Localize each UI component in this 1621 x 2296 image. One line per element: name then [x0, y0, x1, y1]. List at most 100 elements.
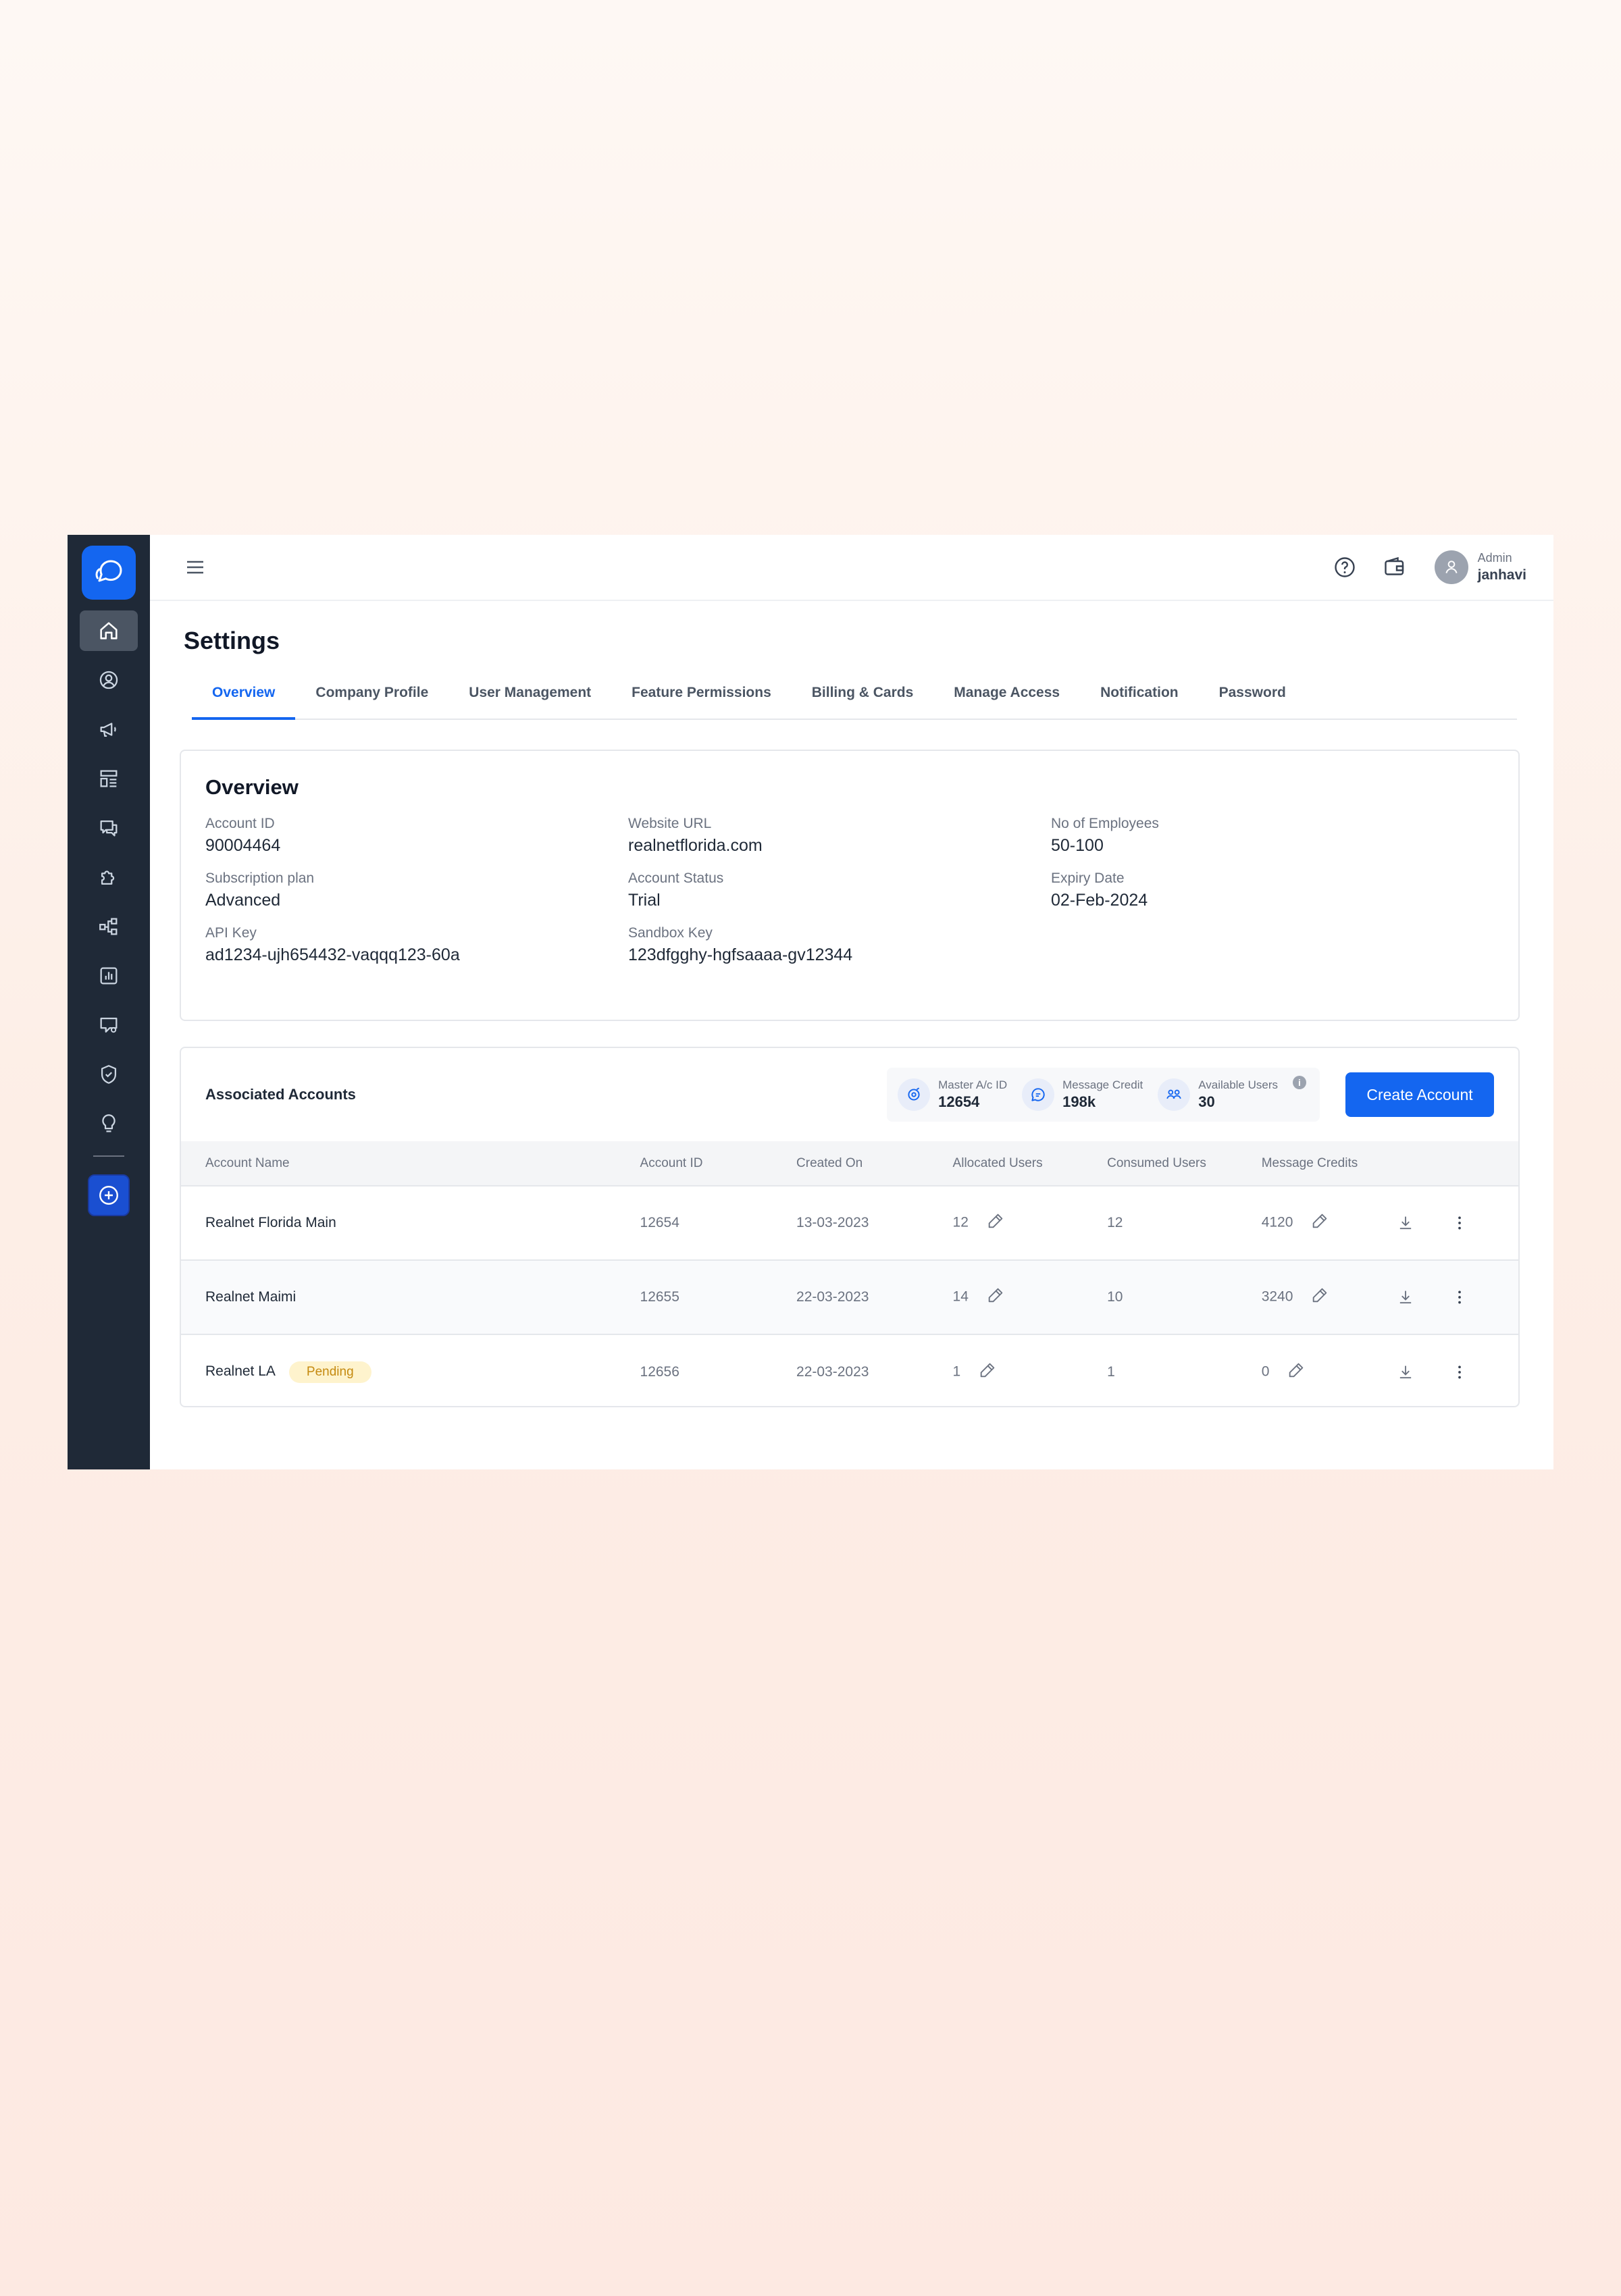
- nav-conversations[interactable]: [80, 808, 138, 848]
- settings-tabs: Overview Company Profile User Management…: [192, 671, 1517, 720]
- nav-home[interactable]: [80, 610, 138, 651]
- cell-more: [1450, 1260, 1518, 1334]
- nav-security[interactable]: [80, 1054, 138, 1095]
- stat-master-account: Master A/c ID 12654: [898, 1078, 1007, 1112]
- more-vertical-icon[interactable]: [1450, 1214, 1469, 1232]
- cell-account-name: Realnet LA Pending: [181, 1334, 640, 1406]
- home-icon: [100, 622, 118, 640]
- tab-overview[interactable]: Overview: [192, 685, 296, 720]
- nav-campaigns[interactable]: [80, 709, 138, 750]
- cell-account-id: 12654: [640, 1215, 679, 1230]
- field-value: 90004464: [205, 836, 281, 855]
- edit-credits-icon[interactable]: [1310, 1286, 1329, 1309]
- user-circle-icon: [99, 671, 118, 689]
- nav-analytics[interactable]: [80, 956, 138, 996]
- cell-message-credits: 4120: [1262, 1186, 1397, 1260]
- field-website-url: Website URL realnetflorida.com: [628, 816, 1051, 856]
- hamburger-icon: [187, 560, 203, 574]
- edit-allocated-icon[interactable]: [986, 1211, 1005, 1234]
- app-logo[interactable]: [82, 546, 136, 600]
- nav-flows[interactable]: [80, 906, 138, 947]
- edit-allocated-icon[interactable]: [978, 1361, 997, 1384]
- stat-label: Master A/c ID: [938, 1078, 1008, 1091]
- download-icon[interactable]: [1396, 1363, 1415, 1382]
- cell-message-credits: 0: [1262, 1334, 1397, 1406]
- associated-accounts-actions: Master A/c ID 12654 Message Credit 198k: [887, 1068, 1494, 1122]
- account-stats: Master A/c ID 12654 Message Credit 198k: [887, 1068, 1320, 1122]
- field-label: Account Status: [628, 870, 724, 886]
- cell-more: [1450, 1334, 1518, 1406]
- cell-account-id: 12656: [640, 1363, 679, 1380]
- user-menu[interactable]: Admin janhavi: [1434, 550, 1526, 585]
- edit-credits-icon[interactable]: [1310, 1211, 1329, 1234]
- status-badge: Pending: [288, 1361, 371, 1383]
- stat-label: Available Users: [1198, 1078, 1278, 1091]
- field-employees: No of Employees 50-100: [1051, 816, 1456, 856]
- tab-password[interactable]: Password: [1199, 685, 1306, 719]
- cell-allocated-users: 1: [952, 1334, 1108, 1406]
- sidebar-add-button[interactable]: [88, 1174, 130, 1216]
- edit-credits-icon[interactable]: [1287, 1361, 1306, 1384]
- cell-created-on: 22-03-2023: [796, 1363, 869, 1380]
- associated-accounts-title: Associated Accounts: [205, 1086, 356, 1103]
- cell-allocated-users: 12: [953, 1186, 1108, 1260]
- column-header: Consumed Users: [1107, 1155, 1206, 1170]
- topbar-actions: Admin janhavi: [1329, 550, 1526, 585]
- nav-profile[interactable]: [80, 660, 138, 700]
- field-label: Website URL: [628, 816, 712, 831]
- column-header: Account ID: [640, 1155, 703, 1170]
- field-value: ad1234-ujh654432-vaqqq123-60a: [205, 945, 460, 964]
- credits-value: 4120: [1261, 1214, 1293, 1230]
- menu-button[interactable]: [180, 552, 211, 583]
- associated-accounts-card: Associated Accounts Master A/c ID 12654: [180, 1047, 1520, 1407]
- field-label: API Key: [205, 925, 257, 941]
- stat-value: 30: [1198, 1093, 1215, 1110]
- field-value: Trial: [628, 891, 661, 910]
- field-value: Advanced: [205, 891, 281, 910]
- more-vertical-icon[interactable]: [1450, 1288, 1469, 1307]
- tab-notification[interactable]: Notification: [1080, 685, 1199, 719]
- download-icon[interactable]: [1396, 1288, 1415, 1307]
- account-name: Realnet LA: [205, 1363, 276, 1379]
- column-header-empty: [1450, 1141, 1518, 1186]
- nav-chat-settings[interactable]: [80, 1005, 138, 1045]
- nav-ideas[interactable]: [80, 1103, 138, 1144]
- account-name: Realnet Maimi: [205, 1289, 297, 1305]
- more-vertical-icon[interactable]: [1450, 1363, 1469, 1382]
- wallet-button[interactable]: [1379, 552, 1410, 583]
- tab-manage-access[interactable]: Manage Access: [933, 685, 1080, 719]
- cell-download: [1396, 1186, 1450, 1260]
- table-row: Realnet Maimi 12655 22-03-2023 14 10 324…: [181, 1260, 1518, 1334]
- field-account-id: Account ID 90004464: [205, 816, 628, 856]
- nav-templates[interactable]: [80, 758, 138, 799]
- field-value: 123dfgghy-hgfsaaaa-gv12344: [628, 945, 853, 964]
- page-title: Settings: [184, 627, 280, 654]
- column-header: Created On: [796, 1155, 863, 1170]
- create-account-button[interactable]: Create Account: [1345, 1072, 1494, 1117]
- megaphone-icon: [100, 723, 116, 737]
- download-icon[interactable]: [1396, 1214, 1415, 1232]
- tab-company-profile[interactable]: Company Profile: [295, 685, 448, 719]
- cell-consumed-users: 12: [1107, 1215, 1123, 1230]
- stat-message-credit: Message Credit 198k: [1022, 1078, 1143, 1112]
- edit-allocated-icon[interactable]: [986, 1286, 1005, 1309]
- cell-more: [1450, 1186, 1518, 1260]
- help-button[interactable]: [1329, 552, 1360, 583]
- field-label: Expiry Date: [1051, 870, 1125, 886]
- lightbulb-icon: [102, 1114, 115, 1132]
- nav-integrations[interactable]: [80, 857, 138, 897]
- cell-allocated-users: 14: [953, 1260, 1108, 1334]
- allocated-value: 14: [952, 1288, 969, 1305]
- allocated-value: 1: [952, 1363, 961, 1380]
- field-account-status: Account Status Trial: [628, 870, 1051, 910]
- field-sandbox-key: Sandbox Key 123dfgghy-hgfsaaaa-gv12344: [628, 925, 1051, 965]
- column-header: Allocated Users: [952, 1155, 1043, 1170]
- tab-user-management[interactable]: User Management: [448, 685, 611, 719]
- column-header: Account Name: [205, 1155, 290, 1170]
- info-icon[interactable]: i: [1293, 1076, 1306, 1089]
- analytics-icon: [100, 967, 118, 985]
- tab-billing-cards[interactable]: Billing & Cards: [792, 685, 934, 719]
- tab-feature-permissions[interactable]: Feature Permissions: [611, 685, 792, 719]
- sidebar: [68, 535, 150, 1469]
- cell-consumed-users: 1: [1107, 1363, 1115, 1380]
